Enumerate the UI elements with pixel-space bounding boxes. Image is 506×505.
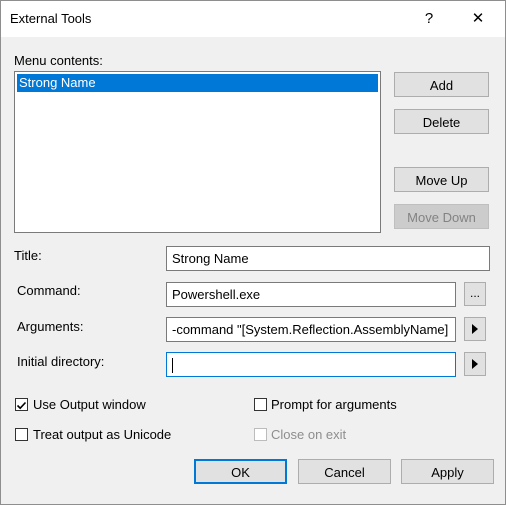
cancel-button[interactable]: Cancel bbox=[298, 459, 391, 484]
window-title: External Tools bbox=[10, 11, 92, 26]
prompt-for-arguments-checkbox[interactable] bbox=[254, 398, 267, 411]
close-on-exit-checkbox[interactable] bbox=[254, 428, 267, 441]
treat-output-unicode-label[interactable]: Treat output as Unicode bbox=[33, 427, 171, 442]
add-button[interactable]: Add bbox=[394, 72, 489, 97]
move-up-button[interactable]: Move Up bbox=[394, 167, 489, 192]
move-down-button[interactable]: Move Down bbox=[394, 204, 489, 229]
arguments-label: Arguments: bbox=[17, 319, 84, 334]
menu-contents-label: Menu contents: bbox=[14, 53, 103, 68]
command-label: Command: bbox=[17, 283, 81, 298]
use-output-window-checkbox[interactable] bbox=[15, 398, 28, 411]
initial-directory-input[interactable] bbox=[166, 352, 456, 377]
list-item[interactable]: Strong Name bbox=[17, 74, 378, 92]
close-on-exit-label[interactable]: Close on exit bbox=[271, 427, 346, 442]
checkmark-icon bbox=[16, 401, 27, 410]
arguments-menu-button[interactable] bbox=[464, 317, 486, 341]
help-icon[interactable]: ? bbox=[414, 8, 444, 30]
initial-directory-label: Initial directory: bbox=[17, 354, 105, 369]
treat-output-unicode-checkbox[interactable] bbox=[15, 428, 28, 441]
close-icon[interactable]: ✕ bbox=[463, 8, 493, 30]
command-input[interactable]: Powershell.exe bbox=[166, 282, 456, 307]
delete-button[interactable]: Delete bbox=[394, 109, 489, 134]
title-input[interactable]: Strong Name bbox=[166, 246, 490, 271]
text-caret bbox=[172, 358, 173, 374]
arrow-right-icon bbox=[472, 359, 478, 369]
arguments-input[interactable]: -command "[System.Reflection.AssemblyNam… bbox=[166, 317, 456, 342]
apply-button[interactable]: Apply bbox=[401, 459, 494, 484]
title-bar: External Tools ? ✕ bbox=[1, 1, 505, 37]
ok-button[interactable]: OK bbox=[194, 459, 287, 484]
external-tools-dialog: External Tools ? ✕ Menu contents: Strong… bbox=[0, 0, 506, 505]
browse-button[interactable]: ... bbox=[464, 282, 486, 306]
initial-directory-menu-button[interactable] bbox=[464, 352, 486, 376]
menu-contents-list[interactable]: Strong Name bbox=[14, 71, 381, 233]
arrow-right-icon bbox=[472, 324, 478, 334]
title-label: Title: bbox=[14, 248, 42, 263]
prompt-for-arguments-label[interactable]: Prompt for arguments bbox=[271, 397, 397, 412]
use-output-window-label[interactable]: Use Output window bbox=[33, 397, 146, 412]
